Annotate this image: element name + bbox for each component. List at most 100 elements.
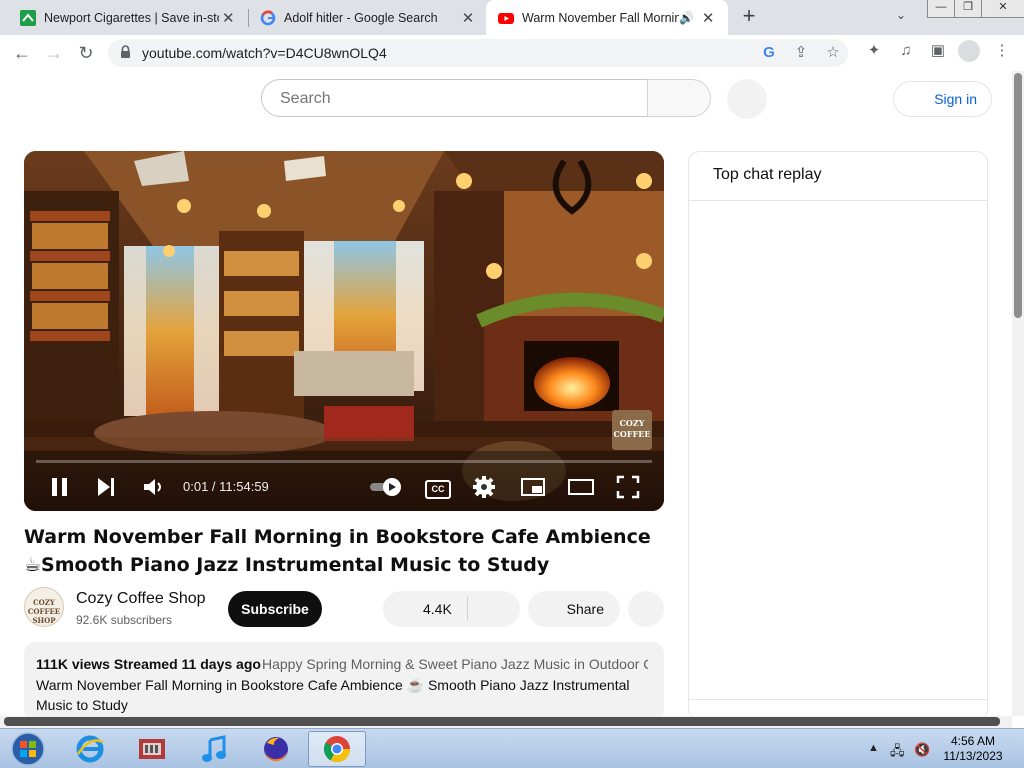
extensions-puzzle-icon[interactable]: ✦ (864, 41, 884, 61)
media-center-app[interactable] (126, 731, 178, 767)
tab-newport[interactable]: Newport Cigarettes | Save in-sto ✕ (0, 0, 248, 35)
description-hashtags[interactable]: Happy Spring Morning & Sweet Piano Jazz … (262, 656, 648, 672)
more-actions-button[interactable] (628, 591, 664, 627)
network-icon[interactable]: 🖧 (890, 742, 905, 764)
tab-close-icon[interactable]: ✕ (219, 9, 238, 27)
internet-explorer-app[interactable] (64, 731, 116, 767)
tab-title: Warm November Fall Mornin (522, 10, 680, 25)
vertical-scrollbar[interactable] (1012, 71, 1024, 716)
tab-strip: Newport Cigarettes | Save in-sto ✕ Adolf… (0, 0, 1024, 35)
like-dislike-group: 4.4K (383, 591, 520, 627)
bookmark-star-icon[interactable]: ☆ (824, 44, 842, 62)
channel-watermark[interactable]: COZY COFFEE (612, 410, 652, 450)
new-tab-button[interactable]: + (737, 4, 761, 28)
video-frame-bookstore-cafe (24, 151, 664, 511)
speaker-audio-icon[interactable]: 🔊 (679, 11, 694, 25)
autoplay-toggle-icon[interactable] (368, 474, 404, 500)
itunes-app[interactable] (188, 731, 240, 767)
channel-avatar[interactable]: COZY COFFEE SHOP (24, 587, 64, 627)
google-favicon-icon (260, 9, 276, 25)
video-player[interactable]: COZY COFFEE 0:01 / 11:54:59 CC (24, 151, 664, 511)
subscriber-count: 92.6K subscribers (76, 613, 173, 627)
clock-date: 11/13/2023 (943, 749, 1003, 763)
fullscreen-icon[interactable] (616, 474, 640, 500)
description-text: Warm November Fall Morning in Bookstore … (36, 677, 630, 713)
forward-arrow-icon[interactable]: → (42, 42, 66, 64)
theater-mode-icon[interactable] (567, 474, 595, 500)
progress-bar[interactable] (36, 460, 652, 463)
internet-explorer-icon (76, 735, 104, 763)
tab-close-icon[interactable]: ✕ (458, 9, 478, 27)
search-button[interactable] (647, 79, 711, 117)
volume-muted-icon[interactable]: 🔇 (914, 742, 930, 758)
youtube-page: Sign in (0, 71, 1012, 716)
url-text[interactable]: youtube.com/watch?v=D4CU8wnOLQ4 (142, 45, 387, 61)
tab-close-icon[interactable]: ✕ (698, 9, 718, 27)
close-window-button[interactable]: ✕ (981, 0, 1024, 18)
tab-youtube-active[interactable]: Warm November Fall Mornin 🔊 ✕ (486, 0, 728, 35)
clock-time: 4:56 AM (950, 734, 996, 748)
voice-search-button[interactable] (727, 79, 767, 119)
watermark-text-1: COZY (619, 418, 645, 428)
share-button[interactable]: Share (528, 591, 620, 627)
chrome-app[interactable] (308, 731, 366, 767)
avatar-text-3: SHOP (32, 616, 56, 625)
tab-title: Newport Cigarettes | Save in-sto (44, 10, 219, 25)
tray-expand-icon[interactable]: ▲ (868, 742, 879, 754)
share-label: Share (566, 601, 604, 617)
subscribe-button[interactable]: Subscribe (228, 591, 322, 627)
chat-header[interactable]: Top chat replay (689, 152, 987, 201)
settings-gear-icon[interactable] (472, 474, 496, 500)
tab-search-chevron-icon[interactable]: ⌄ (896, 8, 906, 22)
kebab-menu-icon[interactable]: ⋮ (992, 41, 1012, 61)
media-center-icon (139, 739, 165, 759)
chat-replay-panel: Top chat replay (688, 151, 988, 716)
time-display: 0:01 / 11:54:59 (183, 479, 269, 494)
system-clock[interactable]: 4:56 AM 11/13/2023 (940, 734, 1006, 764)
reload-icon[interactable]: ↻ (74, 42, 98, 64)
profile-avatar-icon[interactable] (958, 40, 980, 62)
miniplayer-icon[interactable] (520, 474, 546, 500)
search-box[interactable] (261, 79, 647, 117)
maximize-button[interactable]: ❐ (954, 0, 982, 18)
search-input[interactable] (278, 89, 622, 109)
like-count[interactable]: 4.4K (423, 601, 452, 617)
avatar-text-1: COZY (33, 598, 55, 607)
newport-favicon-icon (20, 9, 36, 26)
pause-icon[interactable] (50, 474, 70, 500)
view-count-date: 111K views Streamed 11 days ago (36, 656, 261, 672)
minimize-button[interactable]: — (927, 0, 955, 18)
share-page-icon[interactable]: ⇪ (792, 44, 810, 62)
next-video-icon[interactable] (96, 474, 118, 500)
windows-logo-icon (11, 732, 45, 766)
tab-title: Adolf hitler - Google Search (284, 10, 438, 25)
address-bar[interactable]: youtube.com/watch?v=D4CU8wnOLQ4 G ⇪ ☆ (108, 39, 848, 67)
watermark-text-2: COFFEE (613, 429, 651, 439)
media-control-icon[interactable]: ♫ (896, 41, 916, 61)
firefox-app[interactable] (250, 731, 302, 767)
lock-icon[interactable] (120, 45, 131, 59)
vertical-scroll-thumb[interactable] (1014, 73, 1022, 318)
like-divider (467, 597, 468, 621)
horizontal-scroll-thumb[interactable] (4, 717, 1000, 726)
avatar-text-2: COFFEE (27, 607, 61, 616)
channel-name[interactable]: Cozy Coffee Shop (76, 590, 206, 608)
start-orb-button[interactable] (2, 731, 54, 767)
captions-cc-button[interactable]: CC (425, 480, 451, 499)
side-panel-icon[interactable]: ▣ (928, 41, 948, 61)
google-lens-icon[interactable]: G (760, 44, 778, 62)
video-title: Warm November Fall Morning in Bookstore … (24, 526, 651, 576)
description-box[interactable]: 111K views Streamed 11 days ago Happy Sp… (24, 642, 664, 716)
back-arrow-icon[interactable]: ← (10, 42, 34, 64)
chrome-icon (323, 736, 351, 763)
horizontal-scrollbar[interactable] (0, 716, 1012, 728)
volume-icon[interactable] (142, 474, 166, 500)
sign-in-button[interactable]: Sign in (893, 81, 992, 117)
music-note-icon (202, 735, 226, 762)
firefox-icon (264, 737, 288, 762)
windows-taskbar: ▲ 🖧 🔇 4:56 AM 11/13/2023 (0, 728, 1024, 768)
sign-in-label: Sign in (934, 91, 977, 107)
window-controls: — ❐ ✕ (927, 0, 1024, 18)
tab-google-search[interactable]: Adolf hitler - Google Search ✕ (240, 0, 488, 35)
youtube-favicon-icon (498, 12, 514, 24)
